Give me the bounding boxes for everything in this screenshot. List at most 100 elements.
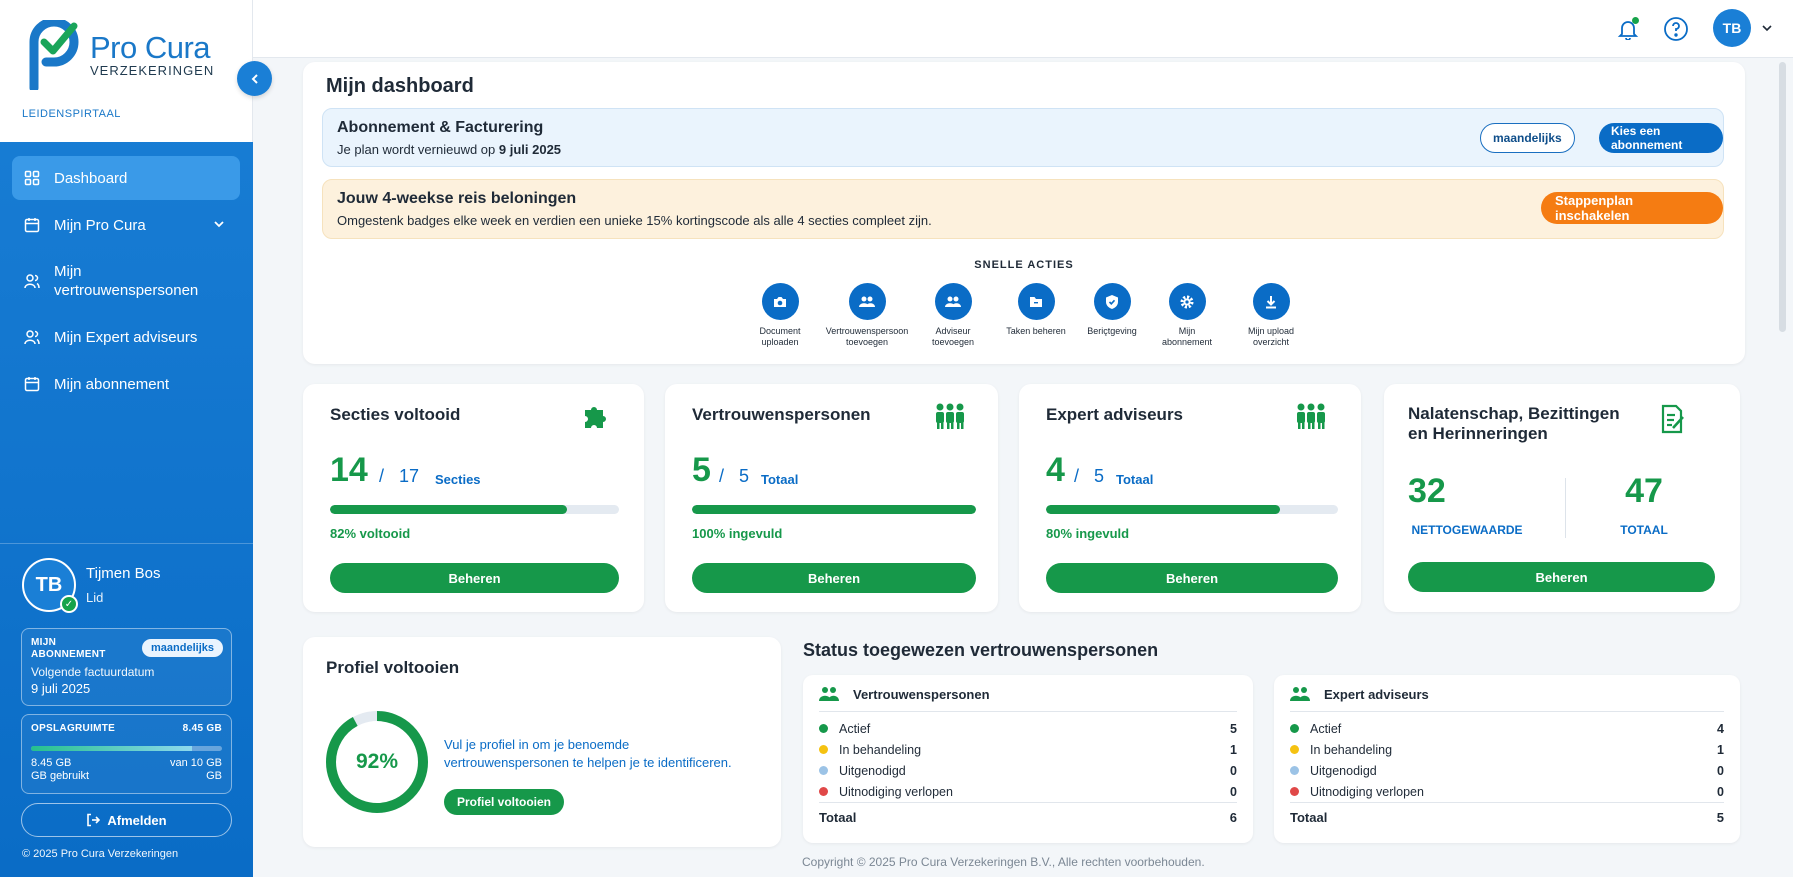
choose-subscription-button[interactable]: Kies een abonnement	[1599, 123, 1723, 153]
status-total-label: Totaal	[1290, 810, 1328, 825]
total-stat: 47 TOTAAL	[1604, 472, 1684, 537]
stat-percent: 82% voltooid	[330, 526, 411, 541]
stat-card-trustees: Vertrouwenspersonen 5 / 5 Totaal 100% in…	[665, 384, 998, 612]
status-row: Uitnodiging verlopen 0	[1290, 781, 1724, 802]
sidebar-item-label: Mijn abonnement	[54, 375, 170, 393]
billing-period-button[interactable]: maandelijks	[1480, 123, 1575, 153]
sidebar-item-expert-adviseurs[interactable]: Mijn Expert adviseurs	[12, 315, 240, 359]
portal-label: LEIDENSPIRTAAL	[22, 108, 121, 120]
profile-description: Vul je profiel in om je benoemde vertrou…	[444, 737, 732, 770]
notifications-button[interactable]	[1614, 15, 1642, 43]
quick-action-add-advisor[interactable]: Adviseur toevoegen	[908, 283, 998, 348]
rewards-title: Jouw 4-weekse reis beloningen	[337, 190, 577, 207]
stat-of-value: 5	[739, 466, 750, 486]
sidebar-item-label: Dashboard	[54, 169, 128, 187]
manage-advisors-button[interactable]: Beheren	[1046, 563, 1338, 593]
quick-action-label: Mijn	[1178, 326, 1196, 336]
calendar-icon	[24, 377, 40, 392]
document-edit-icon	[1661, 404, 1684, 434]
notification-dot	[1632, 17, 1639, 24]
quick-action-label: Vertrouwenspersoon	[825, 326, 909, 336]
stat-value: 4	[1046, 451, 1065, 489]
sidebar-nav: Dashboard Mijn Pro Cura Mijn vertrouwens…	[12, 156, 240, 409]
quick-action-label: Document	[759, 326, 801, 336]
quick-action-upload-document[interactable]: Document uploaden	[735, 283, 825, 348]
chevron-down-icon	[214, 221, 224, 228]
logout-label: Afmelden	[107, 812, 167, 828]
stat-progress-bar	[692, 505, 976, 514]
quick-action-label: abonnement	[1161, 337, 1213, 347]
storage-cap-line1: van 10 GB	[170, 757, 222, 769]
collapse-sidebar-button[interactable]	[237, 61, 272, 96]
logout-button[interactable]: Afmelden	[21, 803, 232, 837]
net-worth-label: NETTOGEWAARDE	[1411, 523, 1523, 537]
stat-progress-fill	[692, 505, 976, 514]
sidebar-divider	[0, 543, 253, 544]
status-label: Uitnodiging verlopen	[1310, 784, 1424, 799]
user-avatar-menu[interactable]: TB	[1713, 9, 1751, 47]
billing-sub-prefix: Je plan wordt vernieuwd op	[337, 142, 496, 157]
sidebar-item-mijn-pro-cura[interactable]: Mijn Pro Cura	[12, 203, 240, 247]
status-row: In behandeling 1	[1290, 739, 1724, 760]
status-total-row: Totaal 5	[1290, 810, 1724, 825]
users-add-icon	[945, 296, 961, 307]
manage-trustees-button[interactable]: Beheren	[692, 563, 976, 593]
quick-action-upload-overview[interactable]: Mijn upload overzicht	[1226, 283, 1316, 348]
stat-of: / 17	[379, 466, 420, 486]
shield-icon	[1106, 294, 1118, 309]
status-value: 0	[1230, 784, 1237, 799]
calendar-icon	[24, 218, 40, 233]
logo[interactable]: Pro Cura VERZEKERINGEN	[28, 20, 214, 90]
gear-icon	[1180, 295, 1194, 308]
manage-estate-button[interactable]: Beheren	[1408, 562, 1715, 592]
status-total-label: Totaal	[819, 810, 857, 825]
storage-card: OPSLAGRUIMTE 8.45 GB 8.45 GB GB gebruikt…	[21, 714, 232, 794]
stat-divider	[1565, 478, 1566, 538]
enable-roadmap-button[interactable]: Stappenplan inschakelen	[1541, 192, 1723, 224]
user-profile[interactable]: TB ✓ Tijmen Bos Lid	[22, 558, 160, 613]
status-card-title: Vertrouwenspersonen	[853, 686, 990, 702]
chevron-down-icon[interactable]	[1761, 22, 1773, 34]
storage-progress-bar	[31, 746, 222, 751]
stat-of: / 5	[1074, 466, 1105, 486]
status-dot	[819, 787, 828, 796]
stat-title: Secties voltooid	[330, 405, 461, 424]
status-row: In behandeling 1	[819, 739, 1237, 760]
divider	[819, 711, 1237, 712]
quick-action-add-trustee[interactable]: Vertrouwenspersoon toevoegen	[822, 283, 912, 348]
help-button[interactable]	[1662, 15, 1690, 43]
status-value: 0	[1717, 763, 1724, 778]
stat-of-value: 5	[1094, 466, 1105, 486]
status-value: 0	[1717, 784, 1724, 799]
quick-action-label: Adviseur	[935, 326, 971, 336]
status-value: 1	[1717, 742, 1724, 757]
download-icon	[1266, 295, 1276, 308]
status-total-value: 6	[1229, 810, 1237, 825]
status-value: 1	[1230, 742, 1237, 757]
topbar	[253, 0, 1793, 58]
storage-label: OPSLAGRUIMTE	[31, 723, 116, 734]
stat-unit: Totaal	[761, 472, 799, 487]
complete-profile-button[interactable]: Profiel voltooien	[444, 789, 565, 815]
storage-progress-fill	[31, 746, 193, 751]
rewards-subtitle: Omgestenk badges elke week en verdien ee…	[337, 213, 932, 228]
help-icon	[1664, 17, 1688, 41]
status-row: Uitgenodigd 0	[819, 760, 1237, 781]
sidebar-item-abonnement[interactable]: Mijn abonnement	[12, 362, 240, 406]
page-scrollbar[interactable]	[1779, 62, 1786, 332]
folder-icon	[1030, 296, 1042, 307]
status-dot	[1290, 745, 1299, 754]
dashboard-card: Mijn dashboard Abonnement & Facturering …	[303, 62, 1745, 364]
status-dot	[819, 745, 828, 754]
users-icon	[819, 687, 839, 701]
verified-check-icon: ✓	[60, 595, 78, 613]
sidebar-item-vertrouwenspersonen[interactable]: Mijn vertrouwenspersonen	[12, 250, 240, 312]
status-label: Actief	[839, 721, 871, 736]
manage-sections-button[interactable]: Beheren	[330, 563, 619, 593]
stat-value: 5	[692, 451, 711, 489]
sidebar-item-dashboard[interactable]: Dashboard	[12, 156, 240, 200]
stat-unit: Secties	[435, 472, 481, 487]
storage-cap-line2: GB	[206, 770, 222, 782]
quick-action-subscription[interactable]: Mijn abonnement	[1142, 283, 1232, 348]
sidebar-header: Pro Cura VERZEKERINGEN LEIDENSPIRTAAL	[0, 0, 253, 142]
